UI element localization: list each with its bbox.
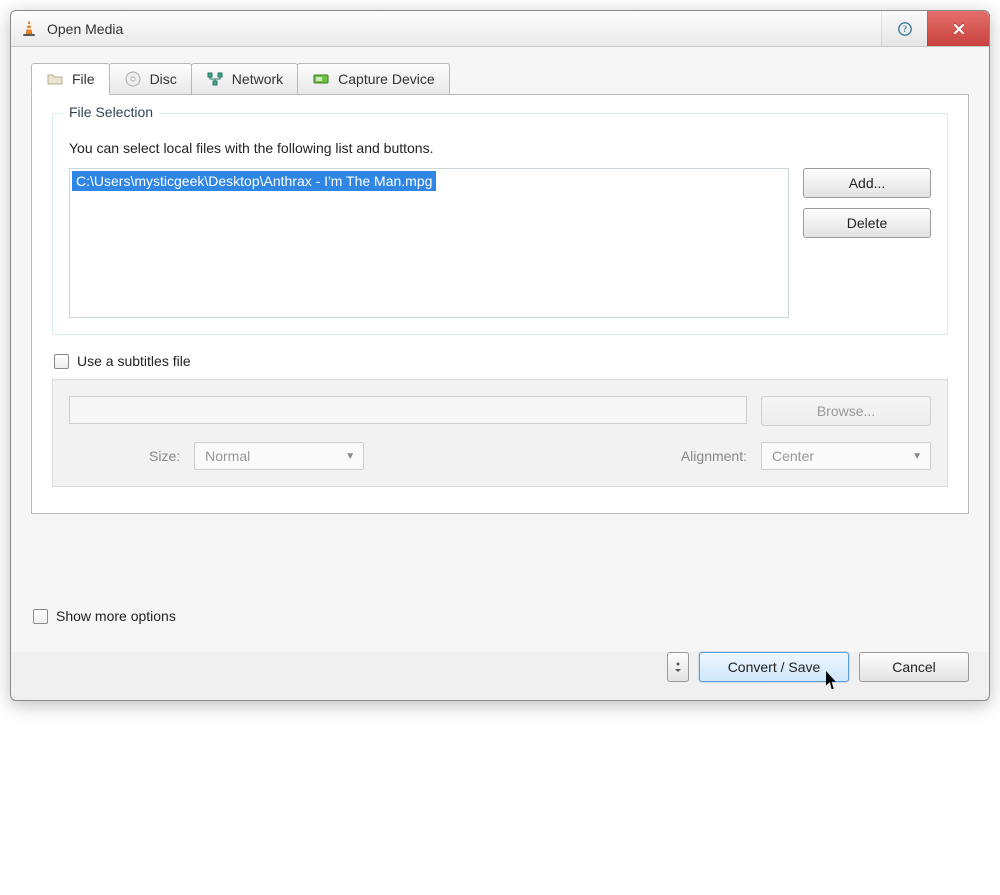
dialog-footer: Convert / Save Cancel	[11, 652, 989, 700]
file-selection-group: File Selection You can select local file…	[52, 113, 948, 335]
dialog-body: File Disc Network	[11, 47, 989, 652]
tab-network[interactable]: Network	[191, 63, 298, 95]
tab-file[interactable]: File	[31, 63, 110, 95]
open-media-dialog: Open Media ? File	[10, 10, 990, 701]
show-more-options-row[interactable]: Show more options	[33, 608, 969, 624]
file-list-item[interactable]: C:\Users\mysticgeek\Desktop\Anthrax - I'…	[72, 171, 436, 191]
file-selection-instruction: You can select local files with the foll…	[69, 140, 931, 156]
folder-icon	[46, 70, 64, 88]
size-label: Size:	[149, 448, 180, 464]
tab-disc[interactable]: Disc	[109, 63, 192, 95]
chevron-down-icon: ▼	[912, 451, 922, 462]
convert-save-button[interactable]: Convert / Save	[699, 652, 849, 682]
add-button[interactable]: Add...	[803, 168, 931, 198]
use-subtitles-label: Use a subtitles file	[77, 353, 191, 369]
tab-network-label: Network	[232, 71, 283, 87]
tab-panel-file: File Selection You can select local file…	[31, 94, 969, 514]
subtitles-path-input	[69, 396, 747, 424]
file-selection-legend: File Selection	[63, 104, 159, 120]
chevron-down-icon: ▼	[345, 451, 355, 462]
titlebar: Open Media ?	[11, 11, 989, 47]
alignment-label: Alignment:	[681, 448, 747, 464]
window-title: Open Media	[47, 21, 123, 37]
delete-button[interactable]: Delete	[803, 208, 931, 238]
use-subtitles-checkbox[interactable]	[54, 354, 69, 369]
capture-device-icon	[312, 70, 330, 88]
show-more-options-label: Show more options	[56, 608, 176, 624]
disc-icon	[124, 70, 142, 88]
convert-dropdown-toggle[interactable]	[667, 652, 689, 682]
subtitles-panel: Browse... Size: Normal ▼ Alignment: Cent…	[52, 379, 948, 487]
tab-capture-label: Capture Device	[338, 71, 435, 87]
alignment-combo: Center ▼	[761, 442, 931, 470]
tab-disc-label: Disc	[150, 71, 177, 87]
tab-capture[interactable]: Capture Device	[297, 63, 450, 95]
network-icon	[206, 70, 224, 88]
tab-file-label: File	[72, 71, 95, 87]
vlc-cone-icon	[19, 19, 39, 39]
show-more-options-checkbox[interactable]	[33, 609, 48, 624]
use-subtitles-row[interactable]: Use a subtitles file	[54, 353, 948, 369]
size-combo: Normal ▼	[194, 442, 364, 470]
tab-strip: File Disc Network	[31, 63, 969, 95]
close-button[interactable]	[927, 11, 989, 46]
alignment-value: Center	[772, 448, 814, 464]
help-button[interactable]: ?	[881, 11, 927, 46]
svg-text:?: ?	[902, 24, 907, 34]
file-list[interactable]: C:\Users\mysticgeek\Desktop\Anthrax - I'…	[69, 168, 789, 318]
browse-button: Browse...	[761, 396, 931, 426]
size-value: Normal	[205, 448, 250, 464]
cancel-button[interactable]: Cancel	[859, 652, 969, 682]
